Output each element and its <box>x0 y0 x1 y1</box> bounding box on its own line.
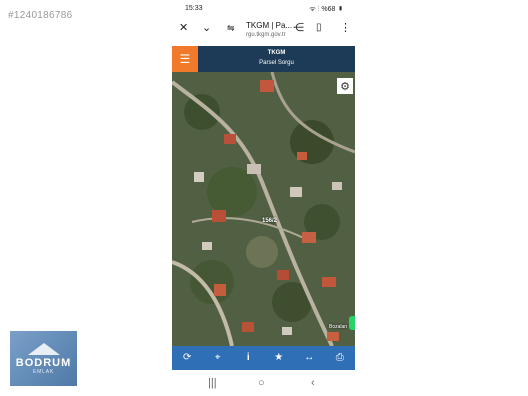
home-icon[interactable]: ○ <box>258 377 265 389</box>
more-vert-icon[interactable]: ⋮ <box>340 22 351 34</box>
map-toolbar: ⟳ ⌖ i ★ ↔ ⎙ <box>172 346 355 370</box>
logo-subtitle: EMLAK <box>33 368 54 375</box>
listing-watermark: #1240186786 <box>8 10 73 21</box>
satellite-map[interactable]: ⚙ 156/2 Bozalan <box>172 72 355 346</box>
recent-apps-icon[interactable]: ||| <box>208 377 217 389</box>
system-nav-bar: ||| ○ ‹ <box>172 374 355 394</box>
info-icon[interactable]: i <box>238 352 258 364</box>
hamburger-menu-icon[interactable]: ☰ <box>172 46 198 72</box>
agency-logo: BODRUM EMLAK <box>10 331 77 386</box>
page-url[interactable]: rgu.tkgm.gov.tr <box>246 32 286 38</box>
phone-screen: 15:33 ᯤ ⫶ %68 ▮ ✕ ⌄ ⇋ TKGM | Pa... rgu.t… <box>172 0 355 396</box>
share-icon[interactable]: ⋲ <box>293 22 304 34</box>
tune-icon[interactable]: ⇋ <box>227 22 235 34</box>
page-title: TKGM | Pa... <box>246 21 293 30</box>
browser-toolbar: ✕ ⌄ ⇋ TKGM | Pa... rgu.tkgm.gov.tr ⋲ ▯ ⋮ <box>172 16 355 44</box>
status-indicators: ᯤ ⫶ %68 ▮ <box>309 6 343 13</box>
measure-icon[interactable]: ↔ <box>299 352 319 364</box>
close-icon[interactable]: ✕ <box>179 22 188 34</box>
settings-icon[interactable]: ⚙ <box>337 78 353 94</box>
back-icon[interactable]: ‹ <box>311 377 315 389</box>
status-time: 15:33 <box>185 5 203 12</box>
chevron-down-icon[interactable]: ⌄ <box>202 22 211 34</box>
whatsapp-float-icon[interactable] <box>349 316 355 330</box>
print-icon[interactable]: ⎙ <box>330 352 350 364</box>
favorite-icon[interactable]: ★ <box>269 352 289 364</box>
logo-name: BODRUM <box>15 356 72 369</box>
place-label: Bozalan <box>329 324 348 330</box>
app-title: TKGM <box>267 50 286 56</box>
parcel-label: 156/2 <box>262 218 278 224</box>
bookmark-icon[interactable]: ▯ <box>316 22 322 34</box>
locate-icon[interactable]: ⌖ <box>208 352 228 364</box>
app-subtitle: Parsel Sorgu <box>259 60 294 66</box>
house-roof-icon <box>27 342 60 355</box>
app-header: ☰ TKGM Parsel Sorgu <box>172 46 355 72</box>
satellite-imagery <box>172 72 355 346</box>
refresh-icon[interactable]: ⟳ <box>177 352 197 364</box>
status-bar: 15:33 ᯤ ⫶ %68 ▮ <box>172 2 355 16</box>
